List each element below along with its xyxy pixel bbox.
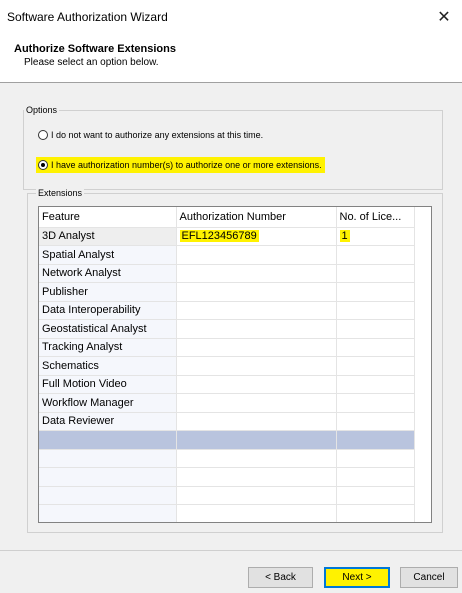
- empty-cell[interactable]: [176, 486, 337, 505]
- empty-cell[interactable]: [176, 430, 337, 450]
- empty-cell[interactable]: [336, 467, 415, 487]
- authorization-number-value[interactable]: EFL123456789: [179, 230, 259, 243]
- table-row[interactable]: Full Motion Video: [39, 375, 415, 394]
- feature-cell[interactable]: Workflow Manager: [39, 393, 177, 413]
- column-header-feature[interactable]: Feature: [39, 207, 177, 228]
- table-row[interactable]: Schematics: [39, 356, 415, 376]
- empty-cell[interactable]: [39, 449, 177, 468]
- next-button[interactable]: Next >: [324, 567, 390, 588]
- table-row-empty[interactable]: [39, 449, 415, 468]
- license-count-cell[interactable]: [336, 375, 415, 394]
- feature-cell[interactable]: Geostatistical Analyst: [39, 319, 177, 339]
- feature-cell[interactable]: Tracking Analyst: [39, 338, 177, 357]
- license-count-cell[interactable]: [336, 264, 415, 283]
- empty-cell[interactable]: [176, 449, 337, 468]
- radio-no-authorize-label: I do not want to authorize any extension…: [51, 130, 264, 140]
- empty-cell[interactable]: [176, 504, 337, 522]
- table-row-empty[interactable]: [39, 486, 415, 505]
- page-subtitle: Please select an option below.: [24, 57, 159, 68]
- table-row[interactable]: 3D Analyst EFL123456789 1: [39, 227, 415, 246]
- back-button[interactable]: < Back: [248, 567, 313, 588]
- column-header-license-count[interactable]: No. of Lice...: [336, 207, 415, 228]
- authorization-number-cell[interactable]: [176, 282, 337, 302]
- wizard-header: Authorize Software Extensions Please sel…: [0, 36, 462, 83]
- table-row-empty[interactable]: [39, 467, 415, 487]
- table-row[interactable]: Spatial Analyst: [39, 245, 415, 265]
- table-row[interactable]: Tracking Analyst: [39, 338, 415, 357]
- authorization-number-cell[interactable]: [176, 301, 337, 320]
- authorization-number-cell[interactable]: [176, 393, 337, 413]
- empty-cell[interactable]: [336, 430, 415, 450]
- authorization-number-cell[interactable]: [176, 412, 337, 431]
- extensions-grid[interactable]: Feature Authorization Number No. of Lice…: [38, 206, 432, 523]
- license-count-cell[interactable]: [336, 245, 415, 265]
- empty-cell[interactable]: [39, 504, 177, 522]
- license-count-cell[interactable]: [336, 282, 415, 302]
- feature-cell[interactable]: Data Reviewer: [39, 412, 177, 431]
- empty-cell[interactable]: [336, 449, 415, 468]
- authorization-number-cell[interactable]: [176, 356, 337, 376]
- authorization-number-cell[interactable]: [176, 264, 337, 283]
- radio-have-authorization[interactable]: I have authorization number(s) to author…: [36, 157, 325, 173]
- license-count-cell[interactable]: [336, 319, 415, 339]
- page-title: Authorize Software Extensions: [14, 43, 176, 55]
- table-row[interactable]: Data Reviewer: [39, 412, 415, 431]
- license-count-cell[interactable]: [336, 301, 415, 320]
- feature-cell[interactable]: Network Analyst: [39, 264, 177, 283]
- license-count-cell[interactable]: [336, 393, 415, 413]
- license-count-cell[interactable]: [336, 356, 415, 376]
- options-group: [23, 110, 443, 190]
- empty-cell[interactable]: [176, 467, 337, 487]
- authorization-number-cell[interactable]: [176, 319, 337, 339]
- license-count-cell[interactable]: 1: [336, 227, 415, 246]
- cancel-button[interactable]: Cancel: [400, 567, 458, 588]
- footer-separator: [0, 550, 462, 551]
- authorization-number-cell[interactable]: [176, 375, 337, 394]
- feature-cell[interactable]: 3D Analyst: [39, 227, 177, 246]
- license-count-value[interactable]: 1: [339, 230, 350, 243]
- feature-cell[interactable]: Full Motion Video: [39, 375, 177, 394]
- authorization-number-cell[interactable]: [176, 338, 337, 357]
- empty-cell[interactable]: [39, 430, 177, 450]
- license-count-cell[interactable]: [336, 338, 415, 357]
- authorization-number-cell[interactable]: [176, 245, 337, 265]
- feature-cell[interactable]: Schematics: [39, 356, 177, 376]
- table-row[interactable]: Data Interoperability: [39, 301, 415, 320]
- authorization-number-cell[interactable]: EFL123456789: [176, 227, 337, 246]
- radio-button-checked-icon[interactable]: [38, 160, 48, 170]
- table-row-empty[interactable]: [39, 504, 415, 522]
- table-row[interactable]: Publisher: [39, 282, 415, 302]
- feature-cell[interactable]: Data Interoperability: [39, 301, 177, 320]
- table-row-selected-empty[interactable]: [39, 430, 415, 450]
- close-icon[interactable]: ✕: [434, 7, 454, 27]
- table-row[interactable]: Network Analyst: [39, 264, 415, 283]
- table-row[interactable]: Geostatistical Analyst: [39, 319, 415, 339]
- radio-button-icon[interactable]: [38, 130, 48, 140]
- radio-no-authorize[interactable]: I do not want to authorize any extension…: [38, 130, 263, 140]
- title-bar: Software Authorization Wizard ✕: [0, 0, 462, 36]
- license-count-cell[interactable]: [336, 412, 415, 431]
- empty-cell[interactable]: [39, 486, 177, 505]
- feature-cell[interactable]: Spatial Analyst: [39, 245, 177, 265]
- extensions-group-label: Extensions: [36, 188, 85, 198]
- table-row[interactable]: Workflow Manager: [39, 393, 415, 413]
- column-header-authorization-number[interactable]: Authorization Number: [176, 207, 337, 228]
- empty-cell[interactable]: [336, 486, 415, 505]
- empty-cell[interactable]: [336, 504, 415, 522]
- options-group-label: Options: [24, 105, 60, 115]
- radio-have-authorization-label: I have authorization number(s) to author…: [51, 160, 322, 170]
- empty-cell[interactable]: [39, 467, 177, 487]
- feature-cell[interactable]: Publisher: [39, 282, 177, 302]
- extensions-table: Feature Authorization Number No. of Lice…: [39, 207, 415, 522]
- table-header-row: Feature Authorization Number No. of Lice…: [39, 207, 415, 228]
- window-title: Software Authorization Wizard: [7, 10, 168, 24]
